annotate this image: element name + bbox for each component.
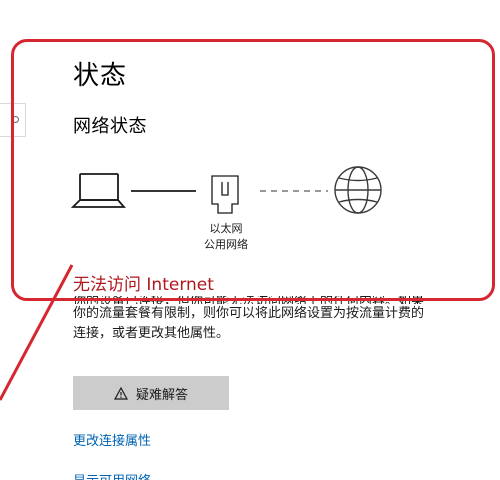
laptop-icon xyxy=(70,173,126,208)
adapter-label: 以太网 公用网络 xyxy=(196,221,256,253)
description-line-2: 你的流量套餐有限制，则你可以将此网络设置为按流量计费的 xyxy=(73,306,425,321)
description-line-1: 你的设备已连接，但你可能无法访问网络上的任何内容。如果 xyxy=(73,296,425,304)
warning-icon xyxy=(113,386,128,400)
connection-status-message: 无法访问 Internet xyxy=(73,275,214,295)
ethernet-adapter-icon xyxy=(211,175,239,214)
description-line-3: 连接，或者更改其他属性。 xyxy=(73,326,230,341)
status-description: 你的设备已连接，但你可能无法访问网络上的任何内容。如果 你的流量套餐有限制，则你… xyxy=(73,296,500,344)
show-available-networks-link[interactable]: 显示可用网络 xyxy=(73,470,151,480)
globe-icon xyxy=(334,166,382,214)
network-status-page: 状态 网络状态 以太网 公用网络 无法访问 Internet 你的设备已连接，但… xyxy=(0,0,500,480)
adapter-name: 以太网 xyxy=(209,222,243,235)
change-adapter-options-link[interactable]: 更改连接属性 xyxy=(73,430,151,449)
troubleshoot-label: 疑难解答 xyxy=(135,387,188,403)
adapter-network-type: 公用网络 xyxy=(204,238,248,251)
troubleshoot-button[interactable]: 疑难解答 xyxy=(73,376,229,410)
